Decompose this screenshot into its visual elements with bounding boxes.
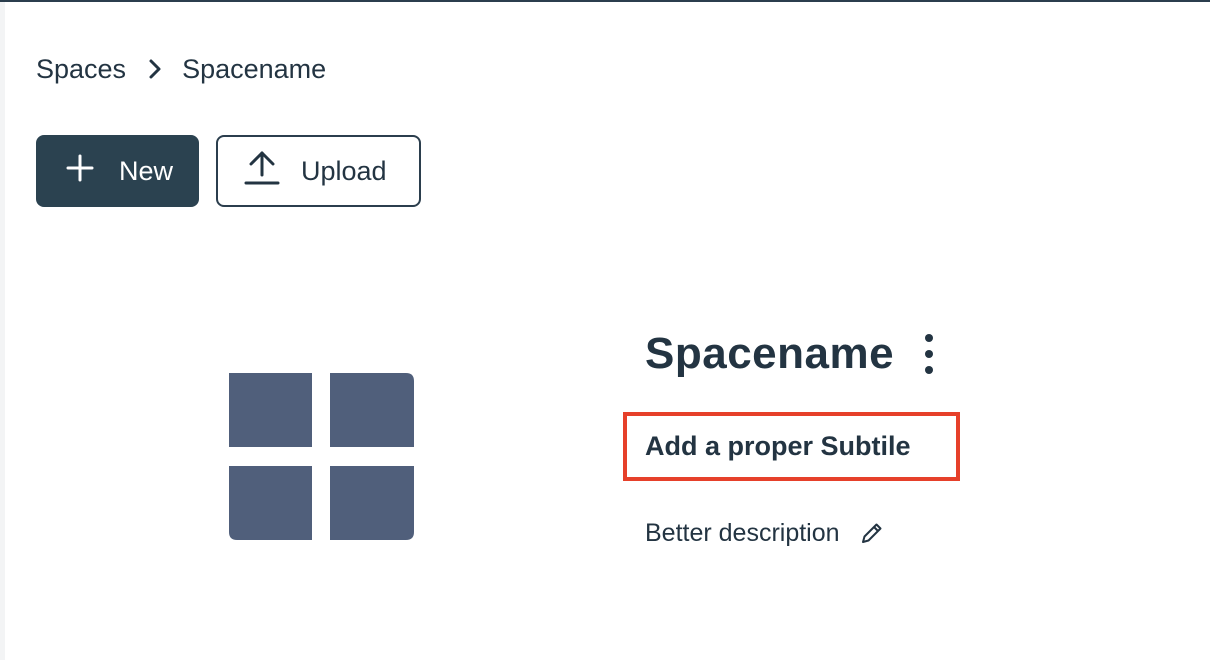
space-subtitle[interactable]: Add a proper Subtile	[645, 431, 911, 462]
subtitle-highlight-box: Add a proper Subtile	[623, 412, 960, 481]
description-row: Better description	[645, 516, 884, 550]
space-grid-icon	[229, 373, 414, 540]
kebab-menu-icon[interactable]	[922, 334, 936, 374]
left-panel-edge	[0, 2, 5, 660]
breadcrumb-item-current: Spacename	[182, 54, 327, 84]
space-title: Spacename	[645, 329, 895, 378]
space-description: Better description	[645, 518, 840, 547]
new-button-label: New	[119, 155, 174, 186]
breadcrumb: Spaces Spacename	[36, 52, 326, 86]
space-title-row: Spacename	[645, 326, 936, 382]
chevron-right-icon	[148, 58, 162, 80]
toolbar: New Upload	[36, 135, 421, 207]
upload-button[interactable]: Upload	[216, 135, 421, 207]
plus-icon	[66, 154, 94, 189]
breadcrumb-item-spaces[interactable]: Spaces	[36, 52, 126, 86]
top-border	[0, 0, 1210, 2]
new-button[interactable]: New	[36, 135, 199, 207]
upload-icon	[244, 150, 280, 193]
upload-button-label: Upload	[301, 155, 387, 186]
pencil-icon[interactable]	[860, 521, 884, 545]
